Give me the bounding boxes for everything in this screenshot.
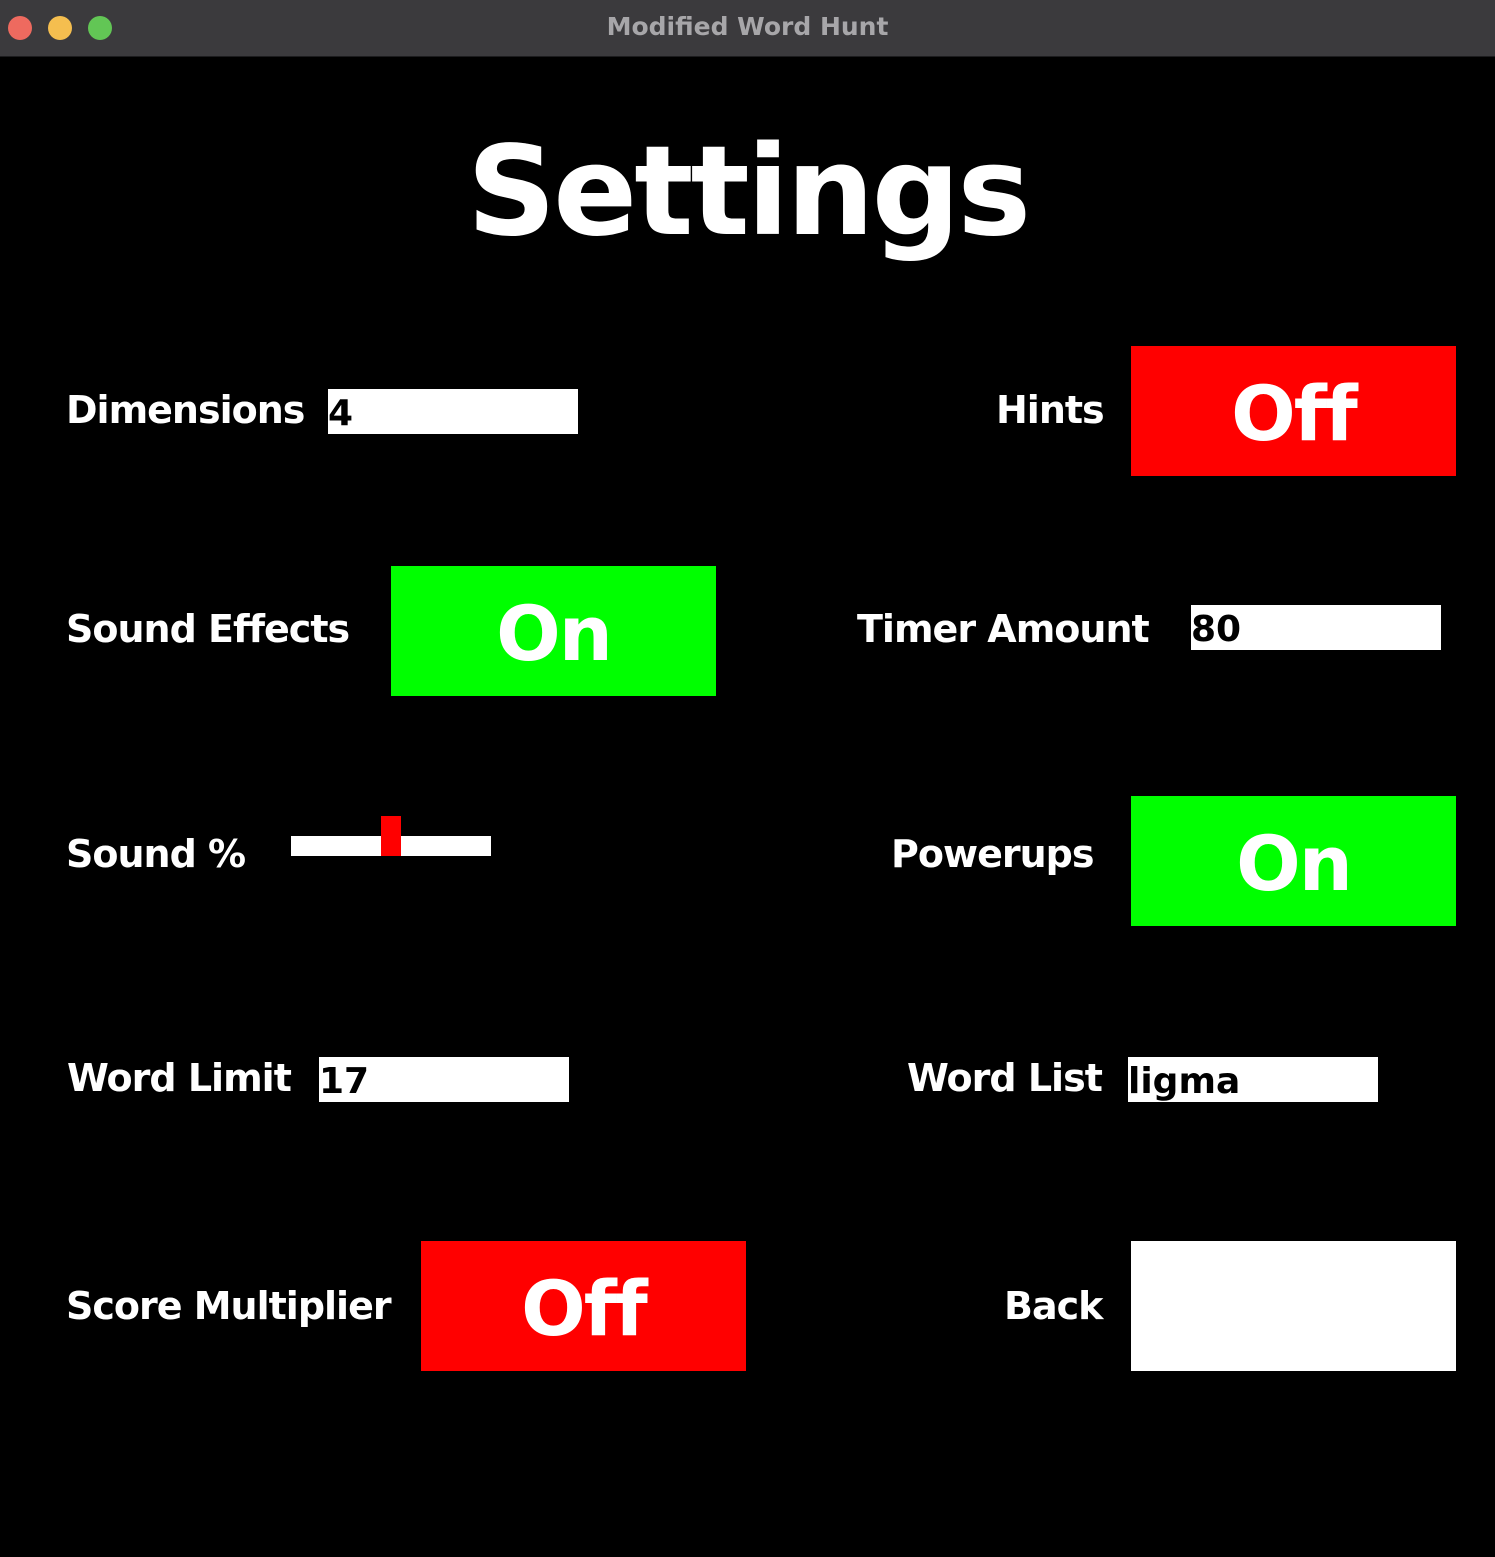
word-limit-input[interactable]: 17 [319,1057,569,1102]
sound-effects-label: Sound Effects [66,607,350,651]
timer-amount-label: Timer Amount [857,607,1150,651]
app-window: Modified Word Hunt Settings Dimensions 4… [0,0,1495,1557]
page-title: Settings [466,120,1031,264]
sound-volume-slider[interactable] [291,816,491,856]
powerups-toggle-button[interactable]: On [1131,796,1456,926]
powerups-label: Powerups [891,832,1094,876]
dimensions-input[interactable]: 4 [328,389,578,434]
back-button[interactable] [1131,1241,1456,1371]
window-title: Modified Word Hunt [606,12,889,41]
back-label: Back [1004,1284,1103,1328]
sound-effects-toggle-button[interactable]: On [391,566,716,696]
hints-label: Hints [996,388,1105,432]
word-list-input[interactable]: ligma [1128,1057,1378,1102]
title-bar: Modified Word Hunt [0,0,1495,57]
score-multiplier-label: Score Multiplier [66,1284,392,1328]
timer-amount-input[interactable]: 80 [1191,605,1441,650]
sound-percent-label: Sound % [66,832,246,876]
score-multiplier-toggle-button[interactable]: Off [421,1241,746,1371]
hints-toggle-button[interactable]: Off [1131,346,1456,476]
word-limit-label: Word Limit [67,1056,292,1100]
dimensions-label: Dimensions [66,388,305,432]
word-list-label: Word List [907,1056,1103,1100]
sound-volume-slider-handle[interactable] [381,816,401,856]
